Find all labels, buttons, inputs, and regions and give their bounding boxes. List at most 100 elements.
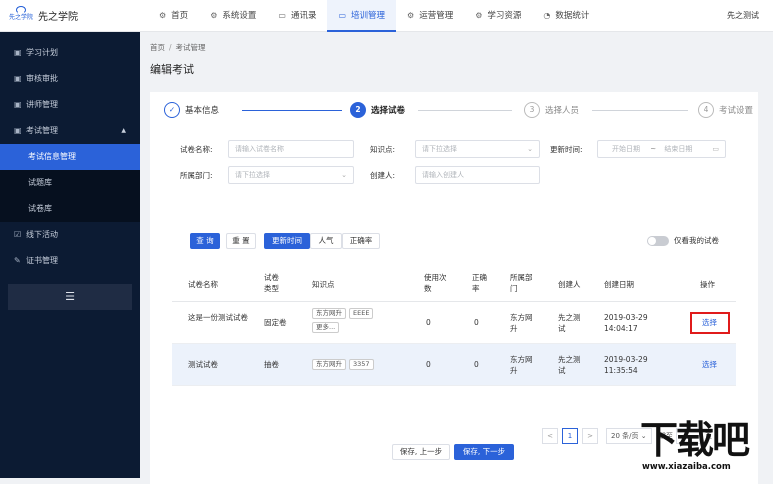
nav-operations[interactable]: ⚙ 运营管理 (396, 0, 464, 32)
sort-time-button[interactable]: 更新时间 (264, 233, 310, 249)
gear-icon: ⚙ (407, 11, 415, 20)
monitor-icon: ▭ (338, 11, 347, 20)
grid-icon: ▣ (14, 100, 22, 109)
step-select-people[interactable]: 3 选择人员 (524, 100, 579, 120)
knowledge-select[interactable]: 请下拉选择 ⌄ (415, 140, 540, 158)
sidebar-item-lecturer[interactable]: ▣ 讲师管理 (0, 92, 140, 118)
col-date: 创建日期 (604, 280, 634, 289)
next-page-button[interactable]: > (582, 428, 598, 444)
dept-select[interactable]: 请下拉选择 ⌄ (228, 166, 354, 184)
cell-correct: 0 (474, 360, 479, 369)
gear-icon: ⚙ (210, 11, 218, 20)
step-select-paper[interactable]: 2 选择试卷 (350, 100, 405, 120)
sidebar-item-offline[interactable]: ☑ 线下活动 (0, 222, 140, 248)
nav-contacts[interactable]: ▭ 通讯录 (267, 0, 327, 32)
more-tags[interactable]: 更多... (312, 322, 340, 333)
page-1-button[interactable]: 1 (562, 428, 578, 444)
calendar-icon: ▭ (712, 145, 719, 153)
only-mine-toggle[interactable] (647, 236, 669, 246)
chart-icon: ◔ (543, 11, 551, 20)
col-correct: 正确率 (472, 273, 487, 293)
watermark-url: www.xiazaiba.com (642, 462, 731, 472)
top-bar: 先之学院 先之学院 ⚙ 首页 ⚙ 系统设置 ▭ 通讯录 ▭ 培训管理 ⚙ 运营管理 ⚙ 学习… (0, 0, 773, 32)
cell-name: 这是一份测试试卷 (188, 313, 248, 322)
cell-type: 固定卷 (264, 318, 287, 327)
sidebar-item-certificate[interactable]: ✎ 证书管理 (0, 248, 140, 274)
nav-home[interactable]: ⚙ 首页 (148, 0, 199, 32)
query-button[interactable]: 查 询 (190, 233, 220, 249)
cell-correct: 0 (474, 318, 479, 327)
table-row[interactable]: 测试试卷 抽卷 东方网升 3357 0 0 东方网升 先之测试 2019-03-2… (172, 344, 736, 386)
user-name[interactable]: 先之测试 (727, 10, 759, 21)
filter-knowledge-label: 知识点: (370, 144, 396, 154)
gear-icon: ⚙ (475, 11, 483, 20)
sort-correct-button[interactable]: 正确率 (342, 233, 380, 249)
sidebar-submenu: 考试信息管理 试题库 试卷库 (0, 144, 140, 222)
filter-name-label: 试卷名称: (180, 144, 213, 154)
nav-training[interactable]: ▭ 培训管理 (327, 0, 397, 32)
step-line (418, 110, 512, 111)
main-content: 首页 / 考试管理 编辑考试 ✓ 基本信息 2 选择试卷 3 选择人员 4 考试设置 试卷名… (140, 32, 773, 484)
prev-page-button[interactable]: < (542, 428, 558, 444)
top-nav: ⚙ 首页 ⚙ 系统设置 ▭ 通讯录 ▭ 培训管理 ⚙ 运营管理 ⚙ 学习资源 ◔ 数据统计 (148, 0, 600, 32)
col-action: 操作 (700, 280, 715, 289)
nav-system-settings[interactable]: ⚙ 系统设置 (199, 0, 267, 32)
grid-icon: ▣ (14, 48, 22, 57)
contacts-icon: ▭ (278, 11, 286, 20)
sidebar-item-question-bank[interactable]: 试题库 (0, 170, 140, 196)
cell-tags: 东方网升 3357 (312, 358, 402, 372)
sidebar-item-exam[interactable]: ▣ 考试管理 ▲ (0, 118, 140, 144)
nav-statistics[interactable]: ◔ 数据统计 (532, 0, 600, 32)
sidebar-item-study-plan[interactable]: ▣ 学习计划 (0, 40, 140, 66)
select-button[interactable]: 选择 (702, 317, 717, 328)
save-prev-button[interactable]: 保存, 上一步 (392, 444, 450, 460)
nav-resources[interactable]: ⚙ 学习资源 (464, 0, 532, 32)
save-next-button[interactable]: 保存, 下一步 (454, 444, 514, 460)
logo[interactable]: 先之学院 先之学院 (8, 6, 138, 26)
col-type: 试卷类型 (264, 273, 279, 293)
sidebar-item-paper-bank[interactable]: 试卷库 (0, 196, 140, 222)
breadcrumb: 首页 / 考试管理 (150, 43, 206, 52)
creator-input[interactable]: 请输入创建人 (415, 166, 540, 184)
breadcrumb-current: 考试管理 (175, 43, 206, 52)
cell-dept: 东方网升 (510, 355, 533, 375)
sidebar-item-approval[interactable]: ▣ 审核审批 (0, 66, 140, 92)
only-mine-label: 仅看我的试卷 (674, 236, 719, 245)
sidebar: ▣ 学习计划 ▣ 审核审批 ▣ 讲师管理 ▣ 考试管理 ▲ 考试信息管理 试题库 试卷库 … (0, 32, 140, 478)
table-header: 试卷名称 试卷类型 知识点 使用次数 正确率 所属部门 创建人 创建日期 操作 (172, 266, 736, 302)
breadcrumb-home[interactable]: 首页 (150, 43, 165, 52)
cell-date: 2019-03-29 11:35:54 (604, 355, 648, 375)
page-title: 编辑考试 (150, 63, 194, 76)
date-range-picker[interactable]: 开始日期 ~ 结束日期 ▭ (597, 140, 726, 158)
step-basic-info[interactable]: ✓ 基本信息 (164, 100, 219, 120)
step-line (242, 110, 342, 111)
tag: 东方网升 (312, 308, 346, 319)
col-creator: 创建人 (558, 280, 581, 289)
sidebar-item-exam-info[interactable]: 考试信息管理 (0, 144, 140, 170)
step-exam-settings[interactable]: 4 考试设置 (698, 100, 753, 120)
chevron-down-icon: ⌄ (341, 171, 347, 179)
grid-icon: ▣ (14, 126, 22, 135)
col-uses: 使用次数 (424, 273, 447, 293)
menu-fold-icon: ☰ (65, 290, 75, 303)
select-button[interactable]: 选择 (702, 359, 717, 370)
watermark-text: 下载吧 (640, 417, 750, 462)
cell-uses: 0 (426, 318, 431, 327)
logo-name: 先之学院 (38, 12, 78, 23)
reset-button[interactable]: 重 置 (226, 233, 256, 249)
tag: 3357 (349, 359, 374, 370)
col-knowledge: 知识点 (312, 280, 335, 289)
sidebar-collapse-button[interactable]: ☰ (8, 284, 132, 310)
filter-time-label: 更新时间: (550, 144, 583, 154)
col-dept: 所属部门 (510, 273, 533, 293)
table-row[interactable]: 这是一份测试试卷 固定卷 东方网升 EEEE更多... 0 0 东方网升 先之测试… (172, 302, 736, 344)
grid-icon: ▣ (14, 74, 22, 83)
filter-dept-label: 所属部门: (180, 170, 213, 180)
paper-name-input[interactable]: 请输入试卷名称 (228, 140, 354, 158)
cell-type: 抽卷 (264, 360, 279, 369)
cell-creator: 先之测试 (558, 355, 581, 375)
chevron-up-icon: ▲ (121, 127, 126, 134)
sort-hot-button[interactable]: 人气 (310, 233, 342, 249)
check-icon: ☑ (14, 230, 22, 239)
gear-icon: ⚙ (159, 11, 167, 20)
